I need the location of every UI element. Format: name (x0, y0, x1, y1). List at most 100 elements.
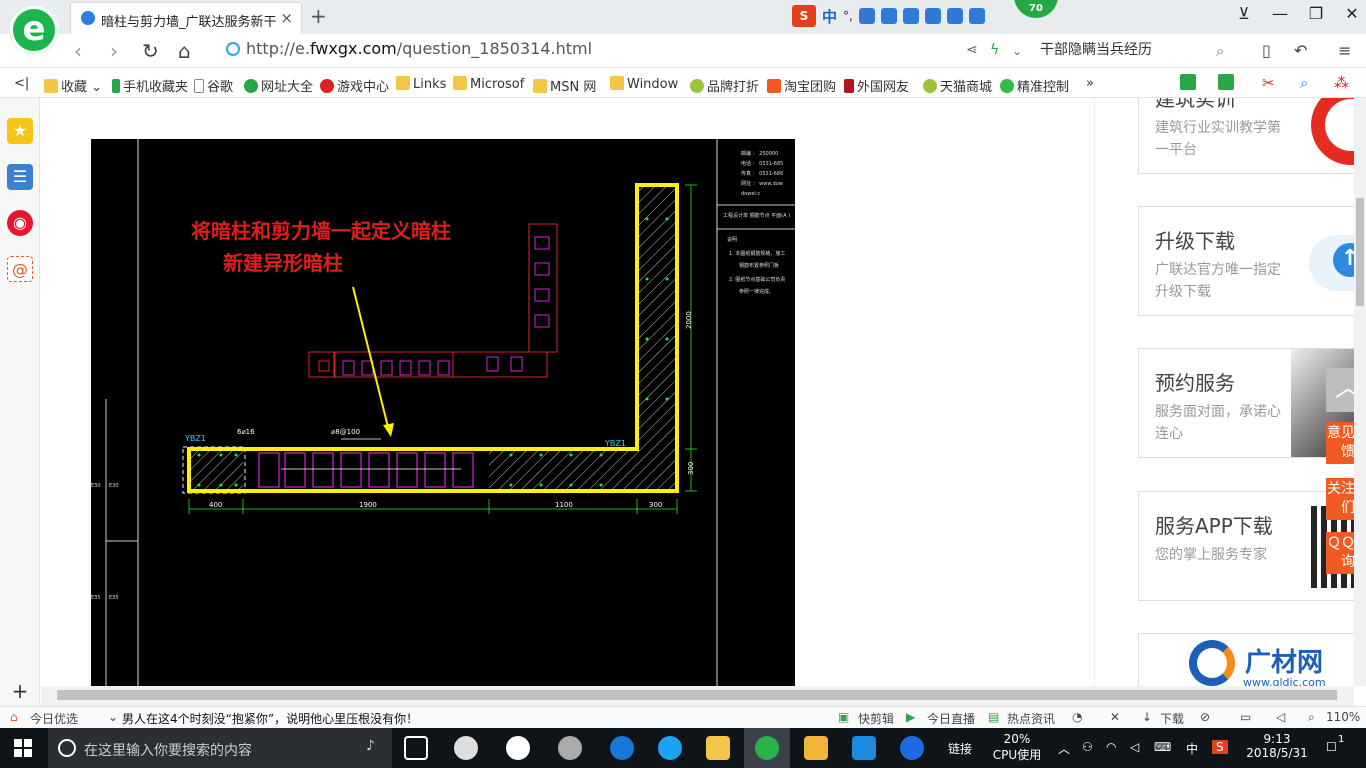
windows-start-icon[interactable] (14, 739, 32, 757)
bookmark-item[interactable]: 游戏中心 (320, 76, 389, 95)
card-upgrade[interactable]: 升级下载 广联达官方唯一指定升级下载 ↑ (1138, 206, 1354, 316)
weibo-icon[interactable]: ◉ (7, 210, 33, 236)
bookmark-item[interactable]: 精准控制 (1000, 76, 1069, 95)
translate-icon[interactable] (1218, 74, 1237, 92)
back-to-top-icon[interactable]: ︿ (1326, 368, 1354, 412)
ime-toolbar[interactable]: S 中 °, (792, 4, 985, 28)
sogou-tray-icon[interactable]: S (1212, 740, 1228, 754)
mic-icon[interactable] (880, 8, 897, 24)
scissors-icon[interactable]: ✂ (1262, 74, 1275, 92)
maximize-button[interactable]: ❐ (1298, 4, 1334, 23)
today-live[interactable]: 今日直播 (927, 710, 975, 727)
bookmark-item[interactable]: 手机收藏夹 (112, 76, 188, 95)
download-link[interactable]: 下载 (1160, 710, 1184, 727)
wrench-icon[interactable] (968, 8, 985, 24)
card-app-download[interactable]: 服务APP下载 您的掌上服务专家 (1138, 491, 1354, 601)
lightning-icon[interactable]: ϟ (990, 42, 999, 58)
bookmark-item[interactable]: 淘宝团购 (767, 76, 836, 95)
tray-expand-icon[interactable]: ︿ (1058, 740, 1070, 757)
edge-icon[interactable] (610, 736, 634, 760)
wifi-icon[interactable]: ◠ (1106, 740, 1116, 754)
bookmark-item[interactable]: 谷歌 (194, 76, 233, 95)
browser360-icon[interactable] (506, 736, 530, 760)
emoji-icon[interactable] (858, 8, 875, 24)
ie-mode-icon[interactable]: ⊘ (1200, 710, 1210, 724)
card-gldjc[interactable]: 广材网 www.gldjc.com (1138, 633, 1354, 686)
ie-icon[interactable] (658, 736, 682, 760)
bookmark-item[interactable]: 网址大全 (244, 76, 313, 95)
cpu-usage[interactable]: 20% CPU使用 (990, 732, 1044, 763)
grid-icon[interactable] (924, 8, 941, 24)
ime-lang[interactable]: 中 (822, 6, 837, 27)
more-bookmarks-icon[interactable]: » (1086, 76, 1094, 91)
scroll-thumb[interactable] (1356, 198, 1364, 306)
forward-icon[interactable]: › (110, 39, 118, 63)
bookmark-item[interactable]: Window (610, 76, 678, 92)
close-button[interactable]: ✕ (1334, 4, 1366, 23)
card-training[interactable]: 建筑实训 建筑行业实训教学第一平台 (1138, 98, 1354, 174)
file-explorer-icon[interactable] (706, 736, 730, 760)
qq-consult-button[interactable]: ＱＱ咨询 (1326, 532, 1354, 574)
notes-icon[interactable] (804, 736, 828, 760)
clock[interactable]: 9:13 2018/5/31 (1236, 732, 1318, 760)
taskbar-link[interactable]: 链接 (948, 740, 972, 757)
speedbrowser-icon[interactable] (558, 736, 582, 760)
move-tool-icon[interactable] (852, 736, 876, 760)
bookmark-item[interactable]: Microsof (453, 76, 524, 92)
menu-icon[interactable]: ≡ (1338, 41, 1351, 60)
scroll-thumb[interactable] (57, 690, 1337, 700)
volume-icon[interactable]: ◁ (1130, 740, 1139, 754)
bookmark-item[interactable]: 外国网友 (844, 76, 909, 95)
taskbar-search-input[interactable]: 在这里输入你要搜索的内容 ♪ (48, 728, 392, 768)
bookmark-item[interactable]: 收藏 ⌄ (44, 76, 102, 95)
mail-icon[interactable]: @ (7, 256, 33, 282)
keyboard-icon[interactable]: ⌨ (1154, 740, 1171, 754)
magnifier-icon[interactable]: ⌕ (1300, 74, 1308, 92)
pin-icon[interactable]: ✕ (1110, 710, 1120, 724)
card-appointment[interactable]: 预约服务 服务面对面，承诺心连心 (1138, 348, 1354, 458)
speed-icon[interactable]: ◔ (1072, 710, 1082, 724)
keyboard-icon[interactable] (902, 8, 919, 24)
hot-news[interactable]: 热点资讯 (1007, 710, 1055, 727)
notification-center-icon[interactable]: ☐ (1326, 740, 1337, 754)
bookmark-item[interactable]: 品牌打折 (690, 76, 759, 95)
mobile-icon[interactable]: ▯ (1262, 41, 1271, 60)
chevron-down-icon[interactable]: ⌄ (108, 710, 118, 724)
add-icon[interactable]: + (7, 678, 33, 704)
task-view-icon[interactable] (404, 736, 428, 760)
horizontal-scrollbar[interactable] (41, 686, 1354, 706)
feedback-button[interactable]: 意见反馈 (1326, 422, 1354, 464)
sound-icon[interactable]: ◁ (1276, 710, 1285, 724)
notification-badge[interactable]: 70 (1014, 0, 1058, 18)
bookmark-item[interactable]: MSN 网 (533, 76, 596, 95)
favorites-icon[interactable]: ★ (7, 118, 33, 144)
list-icon[interactable]: ☰ (7, 164, 33, 190)
microphone-icon[interactable]: ♪ (366, 738, 375, 754)
apps-icon[interactable]: ⁂ (1334, 74, 1349, 92)
ime-indicator[interactable]: 中 (1186, 740, 1198, 757)
zoom-level[interactable]: 110% (1326, 710, 1360, 724)
search-input[interactable]: 干部隐瞒当兵经历 (1040, 39, 1240, 63)
tab-close-icon[interactable]: × (280, 9, 293, 27)
share-icon[interactable]: ⋖ (966, 42, 978, 58)
new-tab-button[interactable]: + (310, 4, 327, 28)
url-input[interactable]: http://e.fwxgx.com/question_1850314.html (226, 39, 956, 63)
window-icon[interactable]: ▭ (1240, 710, 1251, 724)
refresh-icon[interactable]: ↻ (142, 39, 159, 63)
follow-button[interactable]: 关注我们 (1326, 478, 1354, 520)
browser-taskbar-icon[interactable] (755, 736, 779, 760)
back-icon[interactable]: ‹ (74, 39, 82, 63)
news-headline[interactable]: 男人在这4个时刻没“抱紧你”，说明他心里压根没有你！ (122, 710, 418, 727)
active-tab[interactable]: 暗柱与剪力墙_广联达服务新干线 × (70, 2, 302, 34)
today-pick[interactable]: 今日优选 (30, 710, 78, 727)
home-icon[interactable]: ⌂ (178, 39, 191, 63)
dropdown-icon[interactable]: ⌄ (1012, 44, 1022, 58)
vertical-scrollbar[interactable] (1354, 98, 1366, 686)
quick-cut[interactable]: 快剪辑 (858, 710, 894, 727)
bookmark-item[interactable]: 天猫商城 (923, 76, 992, 95)
sidebar-toggle-icon[interactable]: <| (14, 76, 29, 91)
shirt-icon[interactable] (946, 8, 963, 24)
glodon-icon[interactable] (900, 736, 924, 760)
minimize-button[interactable]: — (1262, 4, 1298, 23)
bookmark-item[interactable]: Links (396, 76, 446, 92)
